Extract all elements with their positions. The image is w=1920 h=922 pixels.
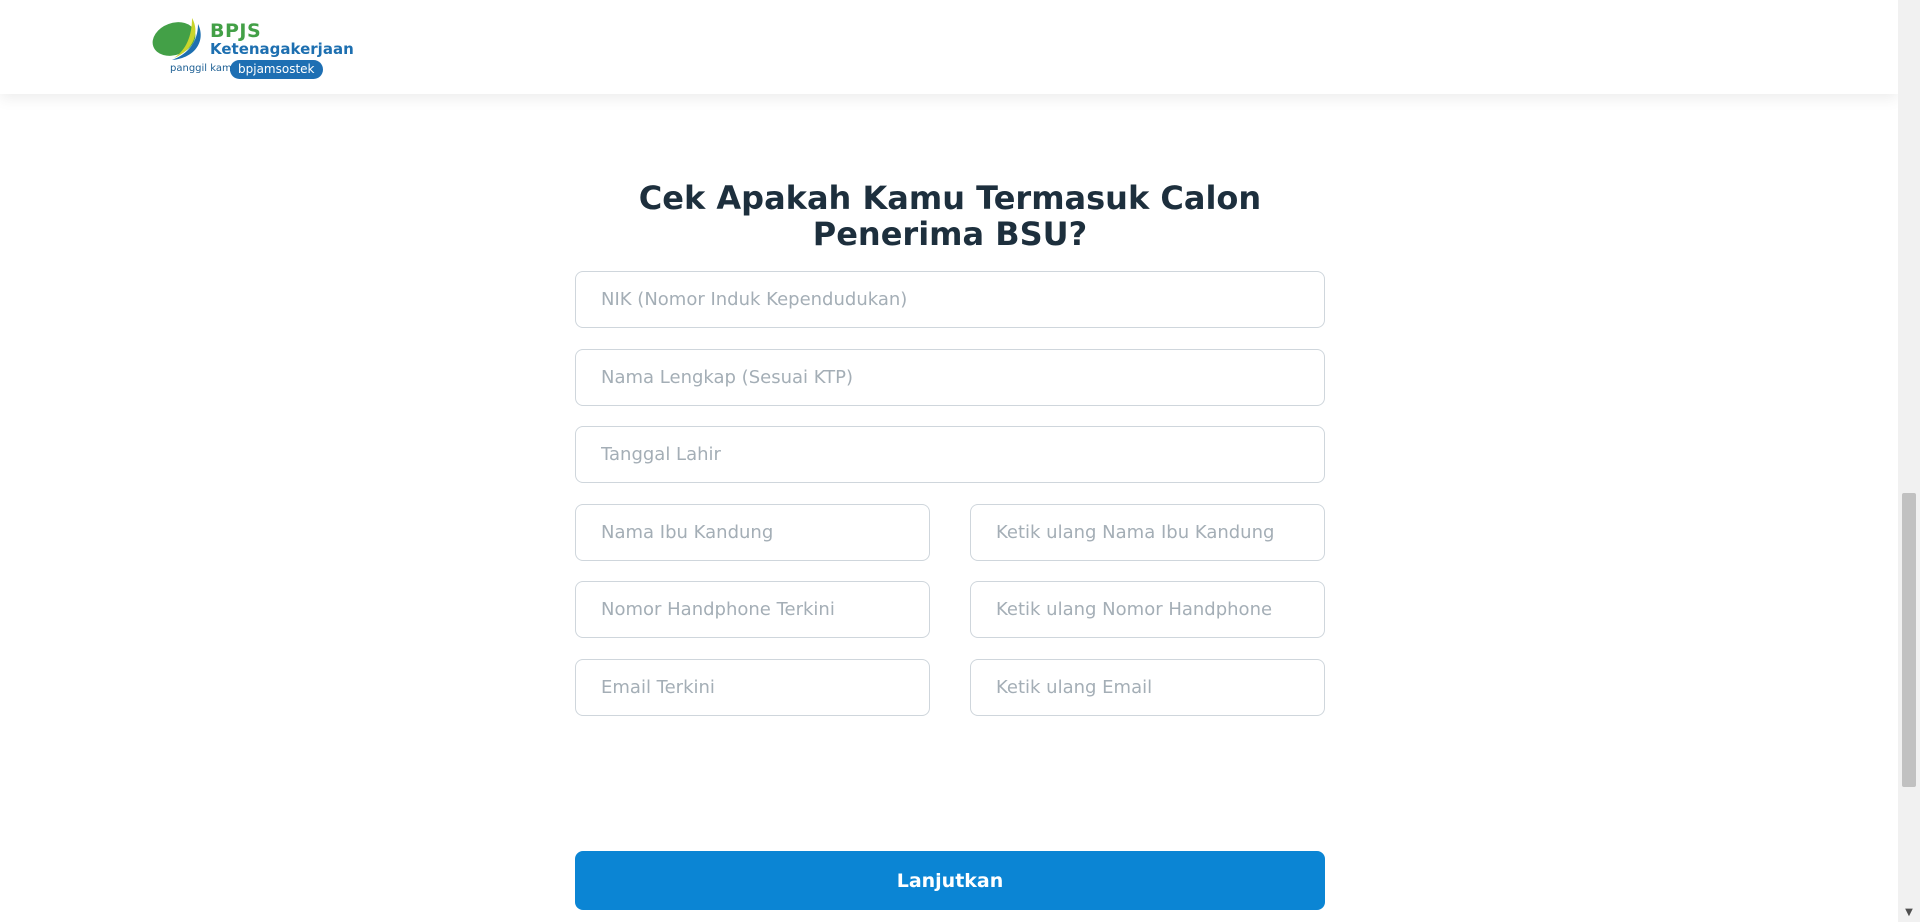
logo-badge: bpjamsostek: [230, 60, 323, 79]
logo-tagline: panggil kami: [170, 63, 235, 74]
email-input[interactable]: [575, 659, 930, 716]
leaf-logo-icon: [152, 18, 201, 60]
site-header: BPJS Ketenagakerjaan panggil kami bpjams…: [0, 0, 1898, 94]
mother-name-input[interactable]: [575, 504, 930, 561]
nik-input[interactable]: [575, 271, 1325, 328]
birth-date-input[interactable]: [575, 426, 1325, 483]
scroll-down-arrow-icon[interactable]: ▼: [1898, 906, 1920, 920]
mother-name-confirm-input[interactable]: [970, 504, 1325, 561]
scrollbar-thumb[interactable]: [1902, 493, 1916, 787]
page-title: Cek Apakah Kamu Termasuk Calon Penerima …: [638, 179, 1262, 253]
full-name-input[interactable]: [575, 349, 1325, 406]
phone-input[interactable]: [575, 581, 930, 638]
email-confirm-input[interactable]: [970, 659, 1325, 716]
bpjs-logo[interactable]: BPJS Ketenagakerjaan panggil kami bpjams…: [148, 14, 354, 80]
logo-brand-text: BPJS: [210, 20, 262, 42]
continue-button[interactable]: Lanjutkan: [575, 851, 1325, 910]
page-scrollbar[interactable]: ▼: [1898, 0, 1920, 922]
phone-confirm-input[interactable]: [970, 581, 1325, 638]
logo-subtitle-text: Ketenagakerjaan: [210, 40, 354, 58]
